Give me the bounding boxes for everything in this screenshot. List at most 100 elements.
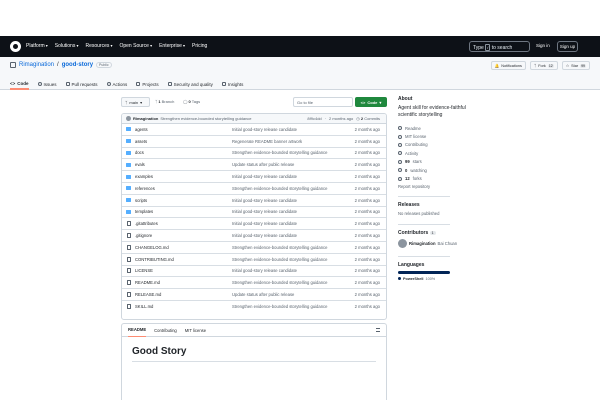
nav-resources[interactable]: Resources [85, 43, 112, 49]
file-row[interactable]: references Strengthen evidence-bounded st… [122, 183, 386, 195]
file-commit-message[interactable]: Initial good-story release candidate [232, 174, 297, 179]
commit-hash[interactable]: 8f9c4dd [307, 116, 321, 121]
file-name[interactable]: README.md [135, 280, 160, 285]
file-commit-message[interactable]: Strengthen evidence-bounded storytelling… [232, 150, 327, 155]
commits-link[interactable]: ◷ 2 Commits [356, 116, 380, 121]
file-commit-message[interactable]: Initial good-story release candidate [232, 268, 297, 273]
readme-link[interactable]: Readme [398, 124, 588, 132]
star-button[interactable]: ☆ Star 99 [561, 61, 590, 70]
tab-license[interactable]: MIT license [185, 328, 206, 333]
commit-author[interactable]: Rimagination [133, 116, 158, 121]
file-name[interactable]: .gitignore [135, 233, 152, 238]
file-row[interactable]: .gitattributes Initial good-story release… [122, 218, 386, 231]
file-name[interactable]: CHANGELOG.md [135, 245, 169, 250]
watching-link[interactable]: 0 watching [398, 166, 588, 174]
file-commit-date: 2 months ago [354, 174, 380, 180]
file-row[interactable]: scripts Initial good-story release candid… [122, 195, 386, 207]
file-commit-message[interactable]: Strengthen evidence-bounded storytelling… [232, 245, 327, 250]
file-commit-message[interactable]: Initial good-story release candidate [232, 233, 297, 238]
file-name[interactable]: agents [135, 127, 148, 132]
tab-insights[interactable]: Insights [221, 78, 243, 90]
branch-selector[interactable]: ᛉ main ▾ [121, 97, 150, 107]
github-logo-icon[interactable] [10, 41, 21, 52]
nav-pricing[interactable]: Pricing [192, 43, 207, 49]
commit-author-avatar[interactable] [126, 116, 131, 121]
code-button[interactable]: <> Code ▾ [355, 97, 387, 107]
activity-link[interactable]: Activity [398, 149, 588, 157]
tab-issues[interactable]: Issues [37, 78, 57, 90]
language-item[interactable]: PowerShell 100% [398, 277, 588, 281]
nav-platform[interactable]: Platform [26, 43, 48, 49]
tags-link[interactable]: ◯ 0 Tags [183, 99, 200, 104]
file-row[interactable]: docs Strengthen evidence-bounded storytel… [122, 148, 386, 160]
file-commit-message[interactable]: Initial good-story release candidate [232, 127, 297, 132]
file-row[interactable]: RELEASE.md Update status after public rel… [122, 289, 386, 301]
file-commit-message[interactable]: Strengthen evidence-bounded storytelling… [232, 280, 327, 285]
forks-link[interactable]: 12 forks [398, 174, 588, 182]
file-name[interactable]: docs [135, 150, 144, 155]
file-commit-message[interactable]: Strengthen evidence-bounded storytelling… [232, 304, 327, 309]
file-commit-message[interactable]: Initial good-story release candidate [232, 198, 297, 203]
tab-pull-requests[interactable]: Pull requests [65, 78, 98, 90]
file-commit-message[interactable]: Regenerate README banner artwork [232, 139, 302, 144]
file-row[interactable]: SKILL.md Strengthen evidence-bounded stor… [122, 301, 386, 313]
file-name[interactable]: references [135, 186, 155, 191]
sign-up-button[interactable]: Sign up [557, 41, 578, 52]
nav-open-source[interactable]: Open Source [119, 43, 152, 49]
go-to-file-input[interactable]: Go to file [293, 97, 353, 107]
nav-enterprise[interactable]: Enterprise [159, 43, 185, 49]
file-commit-message[interactable]: Update status after public release [232, 162, 294, 167]
tab-readme[interactable]: README [128, 324, 147, 337]
contributor-item[interactable]: Rimagination Bai Chuan [398, 238, 588, 248]
notifications-button[interactable]: 🔔 Notifications [490, 61, 526, 70]
file-row[interactable]: .gitignore Initial good-story release can… [122, 230, 386, 242]
file-name[interactable]: assets [135, 139, 147, 144]
nav-solutions[interactable]: Solutions [55, 43, 79, 49]
file-name[interactable]: templates [135, 209, 153, 214]
file-row[interactable]: CHANGELOG.md Strengthen evidence-bounded … [122, 242, 386, 254]
file-commit-message[interactable]: Initial good-story release candidate [232, 209, 297, 214]
file-name[interactable]: SKILL.md [135, 304, 153, 309]
releases-title[interactable]: Releases [398, 202, 588, 208]
report-repository-link[interactable]: Report repository [398, 183, 588, 191]
file-row[interactable]: CONTRIBUTING.md Strengthen evidence-bound… [122, 254, 386, 266]
file-name[interactable]: RELEASE.md [135, 292, 161, 297]
star-icon: ☆ [565, 64, 570, 68]
contributors-heading[interactable]: Contributors 1 [398, 230, 588, 236]
file-name[interactable]: CONTRIBUTING.md [135, 257, 174, 262]
file-row[interactable]: evals Update status after public release 2… [122, 159, 386, 172]
file-commit-message[interactable]: Strengthen evidence-bounded storytelling… [232, 186, 327, 191]
license-tab-label: MIT license [184, 327, 207, 333]
outline-list-icon[interactable] [376, 328, 380, 332]
stars-link[interactable]: 99 stars [398, 158, 588, 166]
file-row[interactable]: agents Initial good-story release candida… [122, 124, 386, 136]
tab-contributing[interactable]: Contributing [154, 328, 177, 333]
file-row[interactable]: examples Initial good-story release candi… [122, 171, 386, 183]
file-commit-message[interactable]: Initial good-story release candidate [232, 221, 297, 226]
file-name[interactable]: examples [135, 174, 153, 179]
contributing-link[interactable]: Contributing [398, 141, 588, 149]
file-name[interactable]: .gitattributes [135, 221, 158, 226]
file-row[interactable]: README.md Strengthen evidence-bounded sto… [122, 277, 386, 290]
file-row[interactable]: templates Initial good-story release cand… [122, 207, 386, 219]
tab-actions[interactable]: Actions [106, 78, 127, 90]
search-input[interactable]: Type / to search [469, 41, 530, 52]
file-row[interactable]: assets Regenerate README banner artwork 2 … [122, 136, 386, 148]
file-name[interactable]: evals [135, 162, 145, 167]
fork-button[interactable]: ᛉ Fork 12 [529, 61, 558, 70]
tab-security[interactable]: Security and quality [167, 78, 213, 90]
file-row[interactable]: LICENSE Initial good-story release candid… [122, 266, 386, 278]
sign-in-link[interactable]: Sign in [536, 43, 550, 48]
repo-owner-link[interactable]: Rimagination [19, 62, 54, 68]
repo-name-link[interactable]: good-story [62, 62, 93, 68]
file-name[interactable]: LICENSE [135, 268, 153, 273]
commit-message[interactable]: Strengthen evidence-bounded storytelling… [160, 116, 251, 121]
tab-projects[interactable]: Projects [136, 78, 159, 90]
branches-link[interactable]: ᛉ 1 Branch [155, 99, 174, 104]
license-link[interactable]: MIT license [398, 132, 588, 140]
file-commit-message[interactable]: Update status after public release [232, 292, 294, 297]
file-commit-message[interactable]: Strengthen evidence-bounded storytelling… [232, 257, 327, 262]
tab-code[interactable]: <> Code [10, 78, 29, 90]
file-icon [127, 256, 131, 262]
file-name[interactable]: scripts [135, 198, 147, 203]
